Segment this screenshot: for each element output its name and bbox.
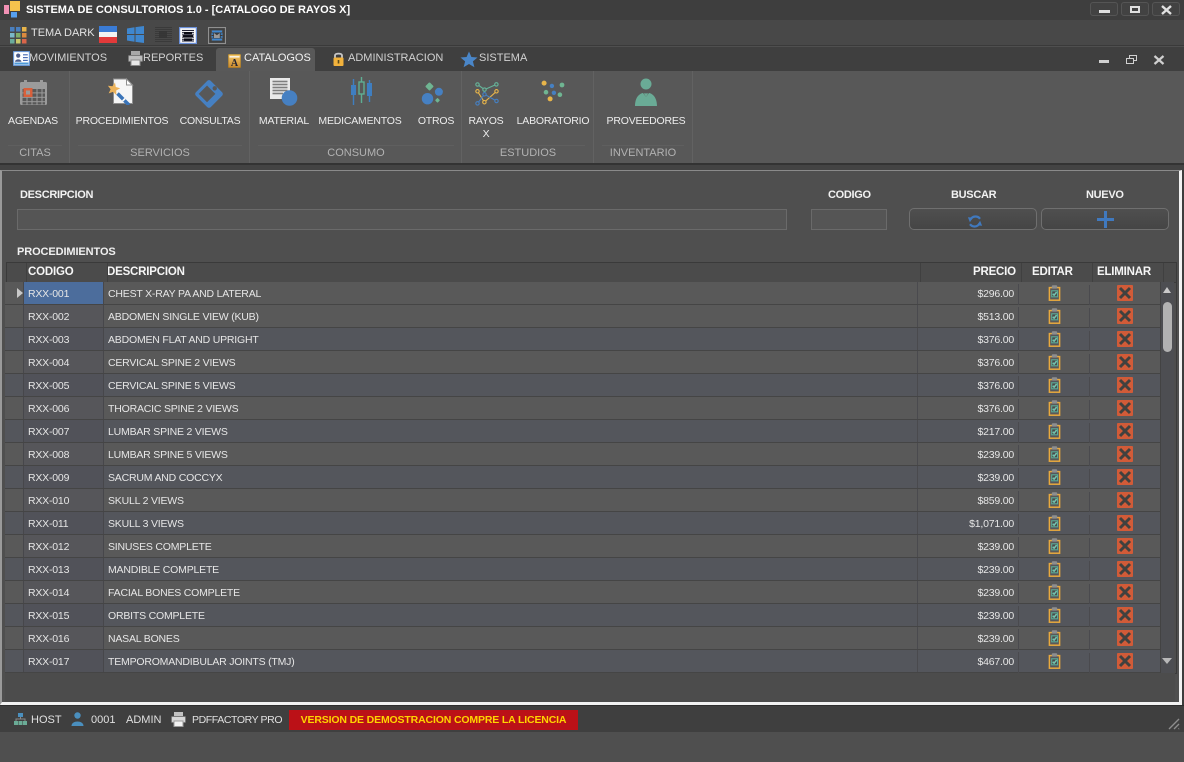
svg-text:A: A xyxy=(231,58,239,68)
